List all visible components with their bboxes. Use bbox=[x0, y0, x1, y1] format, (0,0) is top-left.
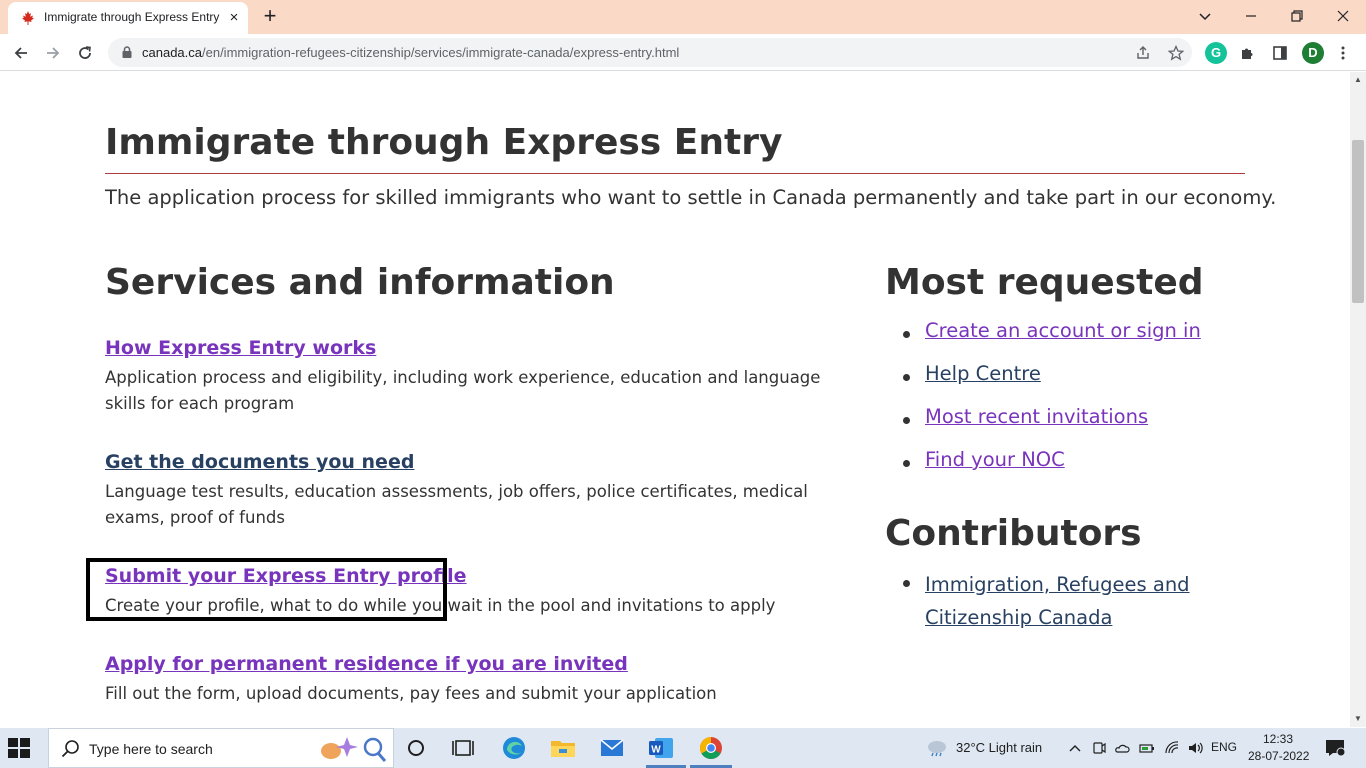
browser-tab[interactable]: Immigrate through Express Entry × bbox=[8, 2, 248, 34]
volume-icon[interactable] bbox=[1187, 740, 1203, 756]
tab-bar: Immigrate through Express Entry × + bbox=[0, 0, 1366, 34]
back-arrow-icon[interactable] bbox=[8, 40, 34, 66]
new-tab-button[interactable]: + bbox=[258, 4, 282, 28]
side-panel-icon[interactable] bbox=[1267, 40, 1293, 66]
lock-icon[interactable] bbox=[120, 45, 134, 59]
edge-browser-icon[interactable] bbox=[499, 734, 529, 762]
link-help-centre[interactable]: Help Centre bbox=[925, 362, 1041, 385]
services-heading: Services and information bbox=[105, 262, 615, 303]
reload-icon[interactable] bbox=[72, 40, 98, 66]
address-bar[interactable]: canada.ca/en/immigration-refugees-citize… bbox=[108, 38, 1192, 67]
battery-icon[interactable] bbox=[1139, 740, 1155, 756]
restore-icon[interactable] bbox=[1282, 4, 1312, 28]
contributors-heading: Contributors bbox=[885, 513, 1142, 554]
page-lead: The application process for skilled immi… bbox=[105, 186, 1277, 209]
search-icon bbox=[61, 740, 79, 758]
url-path: /en/immigration-refugees-citizenship/ser… bbox=[202, 45, 680, 60]
link-recent-invitations[interactable]: Most recent invitations bbox=[925, 405, 1148, 428]
link-submit-profile[interactable]: Submit your Express Entry profile bbox=[105, 565, 467, 587]
link-apply-permanent-residence[interactable]: Apply for permanent residence if you are… bbox=[105, 653, 628, 675]
service-description: Fill out the form, upload documents, pay… bbox=[105, 684, 717, 703]
taskbar: Type here to search W 32°C Light rain EN… bbox=[0, 728, 1366, 768]
web-page: Immigrate through Express Entry The appl… bbox=[0, 72, 1350, 727]
most-requested-heading: Most requested bbox=[885, 262, 1204, 303]
search-placeholder: Type here to search bbox=[89, 741, 213, 757]
meet-now-icon[interactable] bbox=[1091, 740, 1107, 756]
share-icon[interactable] bbox=[1133, 43, 1153, 63]
profile-avatar[interactable]: D bbox=[1302, 42, 1324, 64]
bullet bbox=[903, 580, 910, 587]
notifications-icon[interactable] bbox=[1324, 738, 1346, 758]
grammarly-extension-icon[interactable]: G bbox=[1205, 42, 1227, 64]
title-divider bbox=[105, 173, 1245, 174]
word-app-icon[interactable]: W bbox=[646, 734, 676, 762]
bullet bbox=[903, 331, 910, 338]
link-get-documents[interactable]: Get the documents you need bbox=[105, 451, 414, 473]
minimize-icon[interactable] bbox=[1236, 4, 1266, 28]
language-indicator[interactable]: ENG bbox=[1211, 740, 1237, 754]
weather-rain-icon[interactable] bbox=[925, 738, 949, 758]
search-highlight-icon bbox=[321, 737, 387, 762]
forward-arrow-icon[interactable] bbox=[40, 40, 66, 66]
tab-title: Immigrate through Express Entry bbox=[44, 10, 220, 24]
weather-text[interactable]: 32°C Light rain bbox=[956, 740, 1042, 755]
service-description: Application process and eligibility, inc… bbox=[105, 368, 821, 413]
link-how-express-entry-works[interactable]: How Express Entry works bbox=[105, 337, 376, 359]
taskbar-search-box[interactable]: Type here to search bbox=[48, 728, 394, 768]
clock-time[interactable]: 12:33 bbox=[1263, 732, 1293, 746]
canada-flag-icon bbox=[22, 11, 34, 25]
url-text[interactable]: canada.ca/en/immigration-refugees-citize… bbox=[142, 45, 679, 60]
bookmark-star-icon[interactable] bbox=[1166, 43, 1186, 63]
bullet bbox=[903, 374, 910, 381]
wifi-icon[interactable] bbox=[1164, 740, 1180, 756]
page-scrollbar[interactable]: ▲ ▼ bbox=[1350, 72, 1366, 727]
service-description: Create your profile, what to do while yo… bbox=[105, 596, 776, 615]
close-tab-icon[interactable]: × bbox=[226, 10, 242, 26]
scrollbar-thumb[interactable] bbox=[1352, 140, 1364, 303]
extensions-puzzle-icon[interactable] bbox=[1235, 40, 1261, 66]
chrome-app-icon[interactable] bbox=[696, 734, 726, 762]
url-host: canada.ca bbox=[142, 45, 202, 60]
file-explorer-icon[interactable] bbox=[548, 734, 578, 762]
onedrive-icon[interactable] bbox=[1114, 740, 1130, 756]
service-description: Language test results, education assessm… bbox=[105, 482, 808, 527]
close-window-icon[interactable] bbox=[1328, 4, 1358, 28]
link-ircc[interactable]: Immigration, Refugees and Citizenship Ca… bbox=[925, 568, 1245, 634]
cortana-icon[interactable] bbox=[401, 734, 431, 762]
browser-toolbar: canada.ca/en/immigration-refugees-citize… bbox=[0, 34, 1366, 71]
link-find-noc[interactable]: Find your NOC bbox=[925, 448, 1065, 471]
svg-text:W: W bbox=[651, 745, 661, 756]
page-title: Immigrate through Express Entry bbox=[105, 122, 783, 163]
bullet bbox=[903, 417, 910, 424]
clock-date[interactable]: 28-07-2022 bbox=[1248, 749, 1309, 763]
link-create-account[interactable]: Create an account or sign in bbox=[925, 319, 1201, 342]
scroll-up-arrow-icon[interactable]: ▲ bbox=[1350, 72, 1366, 88]
task-view-icon[interactable] bbox=[448, 734, 478, 762]
chevron-up-icon[interactable] bbox=[1067, 740, 1083, 756]
scroll-down-arrow-icon[interactable]: ▼ bbox=[1350, 711, 1366, 727]
windows-start-icon[interactable] bbox=[8, 738, 30, 758]
menu-kebab-icon[interactable] bbox=[1330, 40, 1356, 66]
mail-icon[interactable] bbox=[597, 734, 627, 762]
bullet bbox=[903, 460, 910, 467]
tab-search-chevron-icon[interactable] bbox=[1190, 4, 1220, 28]
